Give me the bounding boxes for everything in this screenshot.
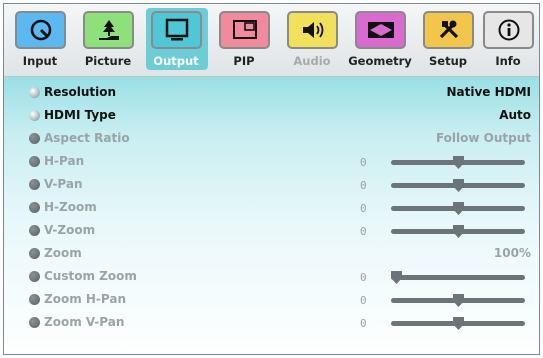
pip-icon	[219, 11, 270, 49]
h-pan-slider[interactable]	[391, 156, 525, 169]
bullet-icon	[29, 317, 40, 328]
v-zoom-slider[interactable]	[391, 225, 525, 238]
tab-info-label: Info	[495, 54, 521, 68]
slider-knob[interactable]	[453, 294, 464, 307]
tab-pip[interactable]: PIP	[212, 8, 276, 74]
setup-icon	[423, 11, 474, 49]
input-icon	[15, 11, 66, 49]
tab-input-label: Input	[22, 54, 58, 68]
slider-knob[interactable]	[453, 317, 464, 330]
slider-knob[interactable]	[391, 271, 402, 284]
slider-knob[interactable]	[453, 179, 464, 192]
output-icon	[151, 11, 202, 49]
hdmi-type-value: Auto	[499, 108, 531, 122]
h-pan-value: 0	[360, 156, 367, 169]
picture-icon	[83, 11, 134, 49]
tab-setup-label: Setup	[429, 54, 467, 68]
tab-picture[interactable]: Picture	[76, 8, 140, 74]
resolution-value: Native HDMI	[446, 85, 531, 99]
h-zoom-value: 0	[360, 202, 367, 215]
bullet-icon	[29, 179, 40, 190]
zoom-v-pan-slider[interactable]	[391, 317, 525, 330]
menu-row-h-zoom[interactable]: H-Zoom 0	[4, 197, 539, 219]
slider-knob[interactable]	[453, 202, 464, 215]
bullet-icon	[29, 202, 40, 213]
osd-menu-window: Input Picture Output PIP Audio Geometry …	[3, 3, 540, 355]
tab-picture-label: Picture	[84, 54, 132, 68]
bullet-icon	[29, 87, 40, 98]
v-pan-label: V-Pan	[44, 177, 83, 191]
v-zoom-label: V-Zoom	[44, 223, 96, 237]
tab-geometry[interactable]: Geometry	[348, 8, 412, 74]
v-pan-slider[interactable]	[391, 179, 525, 192]
menu-row-v-zoom[interactable]: V-Zoom 0	[4, 220, 539, 242]
tab-audio[interactable]: Audio	[280, 8, 344, 74]
aspect-ratio-value: Follow Output	[435, 131, 531, 145]
slider-knob[interactable]	[453, 156, 464, 169]
tab-output[interactable]: Output	[144, 8, 208, 74]
zoom-v-pan-value: 0	[360, 317, 367, 330]
menu-row-h-pan[interactable]: H-Pan 0	[4, 151, 539, 173]
menu-row-custom-zoom[interactable]: Custom Zoom 0	[4, 266, 539, 288]
bullet-icon	[29, 133, 40, 144]
menu-row-hdmi-type[interactable]: HDMI Type Auto	[4, 105, 539, 127]
geometry-icon	[355, 11, 406, 49]
bullet-icon	[29, 294, 40, 305]
h-pan-label: H-Pan	[44, 154, 85, 168]
bullet-icon	[29, 156, 40, 167]
menu-row-zoom-v-pan[interactable]: Zoom V-Pan 0	[4, 312, 539, 334]
bullet-icon	[29, 110, 40, 121]
menu-row-aspect-ratio[interactable]: Aspect Ratio Follow Output	[4, 128, 539, 150]
bullet-icon	[29, 271, 40, 282]
zoom-h-pan-label: Zoom H-Pan	[44, 292, 127, 306]
tab-info[interactable]: Info	[476, 8, 539, 74]
menu-row-zoom[interactable]: Zoom 100%	[4, 243, 539, 265]
h-zoom-label: H-Zoom	[44, 200, 97, 214]
bullet-icon	[29, 248, 40, 259]
info-icon	[483, 11, 534, 49]
custom-zoom-slider[interactable]	[391, 271, 525, 284]
aspect-ratio-label: Aspect Ratio	[44, 131, 130, 145]
bullet-icon	[29, 225, 40, 236]
menu-row-resolution[interactable]: Resolution Native HDMI	[4, 82, 539, 104]
audio-icon	[287, 11, 338, 49]
tab-output-label: Output	[153, 54, 199, 68]
h-zoom-slider[interactable]	[391, 202, 525, 215]
tab-geometry-label: Geometry	[348, 54, 412, 68]
zoom-h-pan-value: 0	[360, 294, 367, 307]
tab-input[interactable]: Input	[8, 8, 72, 74]
tab-audio-label: Audio	[293, 54, 331, 68]
custom-zoom-value: 0	[360, 271, 367, 284]
zoom-v-pan-label: Zoom V-Pan	[44, 315, 125, 329]
zoom-h-pan-slider[interactable]	[391, 294, 525, 307]
hdmi-type-label: HDMI Type	[44, 108, 116, 122]
zoom-label: Zoom	[44, 246, 82, 260]
menu-row-v-pan[interactable]: V-Pan 0	[4, 174, 539, 196]
tab-pip-label: PIP	[233, 54, 255, 68]
menu-row-zoom-h-pan[interactable]: Zoom H-Pan 0	[4, 289, 539, 311]
v-pan-value: 0	[360, 179, 367, 192]
slider-knob[interactable]	[453, 225, 464, 238]
zoom-value: 100%	[493, 246, 531, 260]
resolution-label: Resolution	[44, 85, 117, 99]
tab-bar: Input Picture Output PIP Audio Geometry …	[4, 4, 539, 77]
v-zoom-value: 0	[360, 225, 367, 238]
tab-setup[interactable]: Setup	[416, 8, 480, 74]
custom-zoom-label: Custom Zoom	[44, 269, 137, 283]
